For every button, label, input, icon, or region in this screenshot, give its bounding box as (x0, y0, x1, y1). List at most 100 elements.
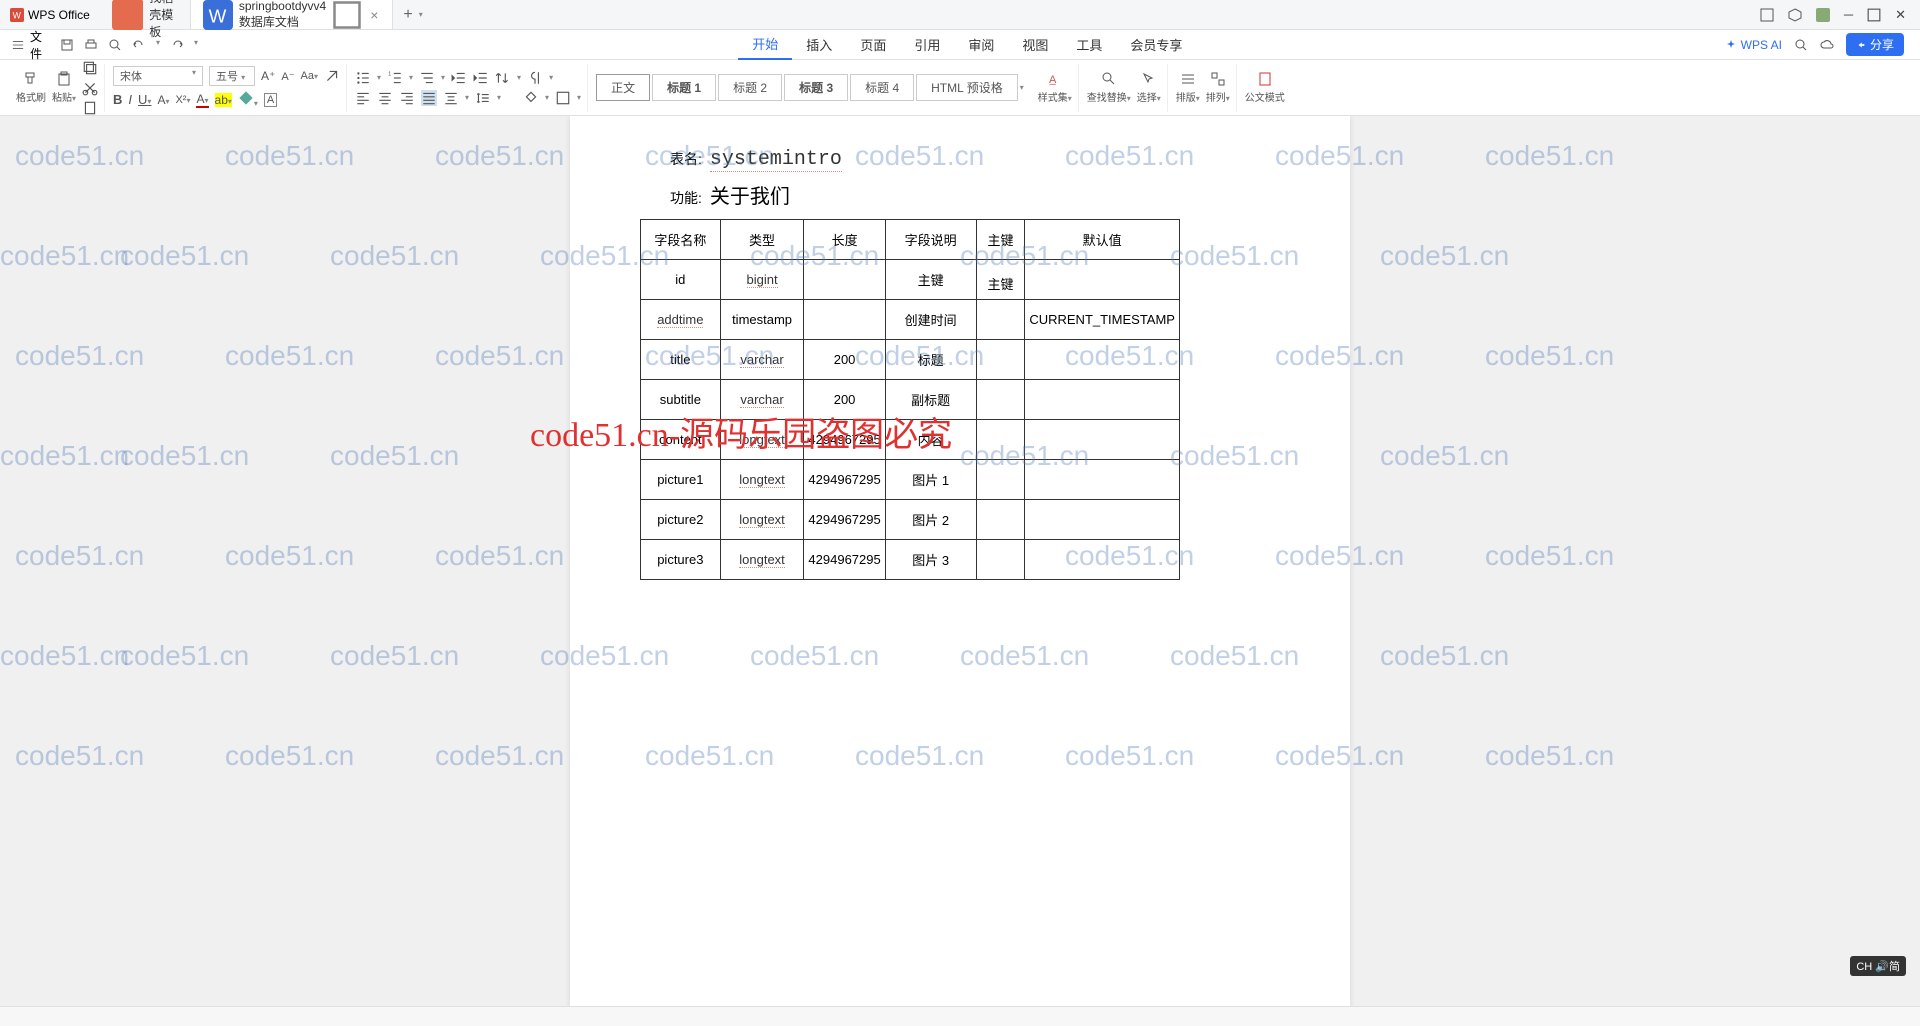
maximize-button[interactable] (1867, 8, 1881, 22)
fill-color-icon[interactable] (523, 90, 539, 106)
change-case-icon[interactable]: Aa▾ (301, 70, 318, 82)
menu-tab-reference[interactable]: 引用 (900, 30, 954, 60)
print-icon[interactable] (84, 38, 98, 52)
redo-icon[interactable] (170, 38, 184, 52)
undo-icon[interactable] (132, 38, 146, 52)
tab-template[interactable]: 找稻壳模板 (100, 0, 191, 29)
style-set-button[interactable]: A̲ 样式集▾ (1038, 71, 1072, 104)
preview-icon[interactable] (108, 38, 122, 52)
clipboard-icon[interactable] (82, 100, 98, 116)
align-center-icon[interactable] (377, 90, 393, 106)
svg-text:1: 1 (388, 71, 391, 77)
line-spacing-icon[interactable] (475, 90, 491, 106)
multilevel-list-icon[interactable] (419, 70, 435, 86)
tab-menu-icon[interactable] (332, 0, 362, 30)
menu-tab-page[interactable]: 页面 (846, 30, 900, 60)
redo-dropdown[interactable]: ▾ (194, 38, 198, 52)
font-color-button[interactable]: A▾ (196, 92, 208, 108)
tab-close[interactable]: × (368, 7, 380, 23)
svg-text:A̲: A̲ (1048, 74, 1056, 86)
bold-button[interactable]: B (113, 92, 122, 107)
align-right-icon[interactable] (399, 90, 415, 106)
document-page: 表名: systemintro 功能: 关于我们 字段名称 类型 长度 字段说明… (570, 116, 1350, 1016)
font-name-select[interactable]: 宋体 ▾ (113, 66, 203, 86)
superscript-button[interactable]: X²▾ (175, 94, 190, 106)
table-row: addtime timestamp 创建时间 CURRENT_TIMESTAMP (641, 300, 1180, 340)
decrease-font-icon[interactable]: A⁻ (281, 70, 294, 83)
chevron-down-icon[interactable]: ▾ (419, 10, 423, 19)
table-name-label: 表名: (670, 149, 702, 169)
copy-icon[interactable] (82, 60, 98, 76)
cut-icon[interactable] (82, 80, 98, 96)
menu-tab-review[interactable]: 审阅 (954, 30, 1008, 60)
number-list-icon[interactable]: 1 (387, 70, 403, 86)
sort-typeset-button[interactable]: 排版▾ (1176, 71, 1200, 104)
style-h4[interactable]: 标题 4 (850, 74, 914, 101)
char-border-button[interactable]: A (264, 93, 277, 107)
official-mode-button[interactable]: 公文模式 (1245, 71, 1285, 104)
file-menu[interactable]: 文件 (6, 28, 48, 62)
style-scroll[interactable]: ▾ (1020, 83, 1024, 92)
close-button[interactable]: ✕ (1895, 7, 1906, 23)
strikethrough-button[interactable]: A▾ (157, 93, 169, 107)
undo-dropdown[interactable]: ▾ (156, 38, 160, 52)
wps-ai-button[interactable]: WPS AI (1725, 38, 1782, 52)
doc-icon: W (203, 0, 233, 30)
menu-tab-view[interactable]: 视图 (1008, 30, 1062, 60)
select-button[interactable]: 选择▾ (1137, 71, 1161, 104)
shading-button[interactable]: ▾ (238, 90, 258, 109)
status-bar (0, 1006, 1920, 1026)
menu-tab-member[interactable]: 会员专享 (1116, 30, 1196, 60)
increase-font-icon[interactable]: A⁺ (261, 69, 275, 83)
minimize-button[interactable]: ─ (1844, 7, 1853, 22)
app-logo: W WPS Office (0, 8, 100, 22)
table-row: picture2 longtext 4294967295 图片 2 (641, 500, 1180, 540)
highlight-button[interactable]: ab▾ (215, 93, 232, 107)
format-painter-button[interactable]: 格式刷 (16, 71, 46, 104)
schema-table: 字段名称 类型 长度 字段说明 主键 默认值 id bigint 主键 主键 a… (640, 219, 1180, 580)
underline-button[interactable]: U▾ (138, 92, 151, 107)
avatar-icon[interactable] (1816, 8, 1830, 22)
table-name-value: systemintro (710, 148, 842, 172)
tab-document[interactable]: W springbootdyvv4数据库文档 × (191, 0, 394, 29)
menu-tab-tools[interactable]: 工具 (1062, 30, 1116, 60)
share-button[interactable]: 分享 (1846, 33, 1904, 56)
italic-button[interactable]: I (128, 92, 132, 107)
search-icon[interactable] (1794, 38, 1808, 52)
menu-tab-insert[interactable]: 插入 (792, 30, 846, 60)
tab-label: 找稻壳模板 (149, 0, 178, 40)
menu-tab-start[interactable]: 开始 (738, 30, 792, 60)
align-justify-icon[interactable] (421, 90, 437, 106)
style-h1[interactable]: 标题 1 (652, 74, 716, 101)
template-icon (112, 0, 143, 30)
window-icon[interactable] (1760, 8, 1774, 22)
tab-add[interactable]: + ▾ (393, 0, 432, 29)
style-html[interactable]: HTML 预设格 (916, 74, 1018, 101)
border-icon[interactable] (555, 90, 571, 106)
font-size-select[interactable]: 五号 ▾ (209, 66, 255, 86)
align-left-icon[interactable] (355, 90, 371, 106)
table-row: content longtext 4294967295 内容 (641, 420, 1180, 460)
bullet-list-icon[interactable] (355, 70, 371, 86)
cube-icon[interactable] (1788, 8, 1802, 22)
increase-indent-icon[interactable] (473, 70, 489, 86)
table-header-row: 字段名称 类型 长度 字段说明 主键 默认值 (641, 220, 1180, 260)
table-row: picture1 longtext 4294967295 图片 1 (641, 460, 1180, 500)
find-replace-button[interactable]: 查找替换▾ (1087, 71, 1131, 104)
table-row: title varchar 200 标题 (641, 340, 1180, 380)
paste-button[interactable]: 粘贴▾ (52, 71, 76, 104)
style-h3[interactable]: 标题 3 (784, 74, 848, 101)
distribute-icon[interactable] (443, 90, 459, 106)
decrease-indent-icon[interactable] (451, 70, 467, 86)
style-normal[interactable]: 正文 (596, 74, 650, 101)
arrange-button[interactable]: 排列▾ (1206, 71, 1230, 104)
ime-indicator[interactable]: CH 🔊简 (1850, 956, 1906, 976)
save-icon[interactable] (60, 38, 74, 52)
style-h2[interactable]: 标题 2 (718, 74, 782, 101)
cloud-icon[interactable] (1820, 38, 1834, 52)
sort-icon[interactable] (495, 70, 511, 86)
table-row: picture3 longtext 4294967295 图片 3 (641, 540, 1180, 580)
clear-format-icon[interactable] (324, 68, 340, 84)
document-area[interactable]: 表名: systemintro 功能: 关于我们 字段名称 类型 长度 字段说明… (0, 116, 1920, 1026)
paragraph-mark-icon[interactable] (527, 70, 543, 86)
